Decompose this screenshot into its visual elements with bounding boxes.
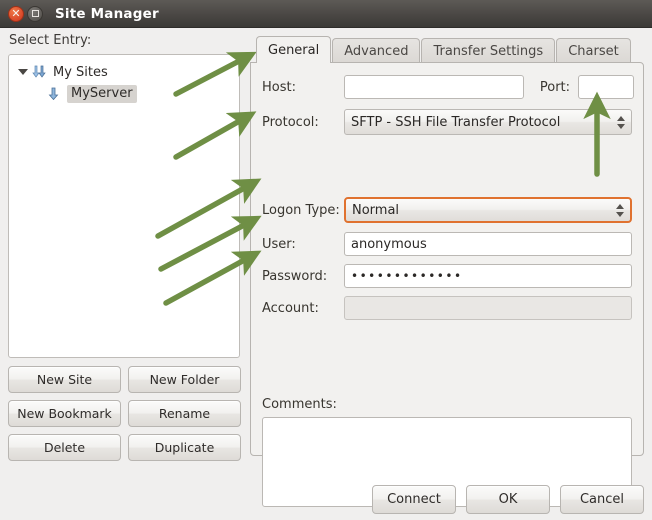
protocol-row: Protocol: SFTP - SSH File Transfer Proto… [262,109,634,135]
account-label: Account: [262,301,344,316]
maximize-icon[interactable] [27,6,43,22]
site-actions-group: New Site New Folder New Bookmark Rename … [8,366,241,461]
triangle-down-icon[interactable] [15,64,31,80]
tab-advanced[interactable]: Advanced [332,38,420,63]
ok-button[interactable]: OK [466,485,550,514]
account-input [344,296,632,320]
new-folder-button[interactable]: New Folder [128,366,241,393]
window-title: Site Manager [55,6,159,22]
server-icon [31,64,49,80]
port-input[interactable] [578,75,634,99]
new-bookmark-button[interactable]: New Bookmark [8,400,121,427]
protocol-value: SFTP - SSH File Transfer Protocol [351,115,560,130]
tree-item-label: MyServer [67,85,137,103]
port-label: Port: [540,80,570,95]
protocol-select[interactable]: SFTP - SSH File Transfer Protocol [344,109,632,135]
password-row: Password: ••••••••••••• [262,264,634,288]
user-input[interactable]: anonymous [344,232,632,256]
comments-label: Comments: [262,397,337,412]
new-site-button[interactable]: New Site [8,366,121,393]
user-row: User: anonymous [262,232,634,256]
general-form: Host: Port: Protocol: SFTP - SSH File Tr… [251,63,643,455]
spinner-arrows-icon[interactable] [616,204,624,217]
password-input[interactable]: ••••••••••••• [344,264,632,288]
host-row: Host: Port: [262,75,634,99]
settings-notebook: General Advanced Transfer Settings Chars… [250,36,644,456]
select-entry-label: Select Entry: [9,33,91,48]
server-icon [45,86,63,102]
site-tree[interactable]: My Sites MyServer [8,54,240,358]
connect-button[interactable]: Connect [372,485,456,514]
site-manager-dialog: ✕ Site Manager Select Entry: My Sites My… [0,0,652,520]
general-tab-page: Host: Port: Protocol: SFTP - SSH File Tr… [250,62,644,456]
dialog-action-buttons: Connect OK Cancel [372,485,644,514]
user-label: User: [262,237,344,252]
tab-strip: General Advanced Transfer Settings Chars… [250,36,644,63]
tree-item-my-sites[interactable]: My Sites [9,61,239,83]
tree-item-myserver[interactable]: MyServer [9,83,239,105]
account-row: Account: [262,296,634,320]
cancel-button[interactable]: Cancel [560,485,644,514]
logon-type-row: Logon Type: Normal [262,197,634,223]
tab-charset[interactable]: Charset [556,38,631,63]
host-input[interactable] [344,75,524,99]
logon-type-value: Normal [352,203,399,218]
protocol-label: Protocol: [262,115,344,130]
logon-type-label: Logon Type: [262,203,344,218]
close-icon[interactable]: ✕ [8,6,24,22]
password-masked-value: ••••••••••••• [351,269,463,283]
tree-item-label: My Sites [53,65,108,80]
host-label: Host: [262,80,344,95]
titlebar: ✕ Site Manager [0,0,652,28]
tab-general[interactable]: General [256,36,331,63]
tab-transfer-settings[interactable]: Transfer Settings [421,38,555,63]
duplicate-button[interactable]: Duplicate [128,434,241,461]
delete-button[interactable]: Delete [8,434,121,461]
logon-type-select[interactable]: Normal [344,197,632,223]
spinner-arrows-icon[interactable] [617,116,625,129]
rename-button[interactable]: Rename [128,400,241,427]
password-label: Password: [262,269,344,284]
